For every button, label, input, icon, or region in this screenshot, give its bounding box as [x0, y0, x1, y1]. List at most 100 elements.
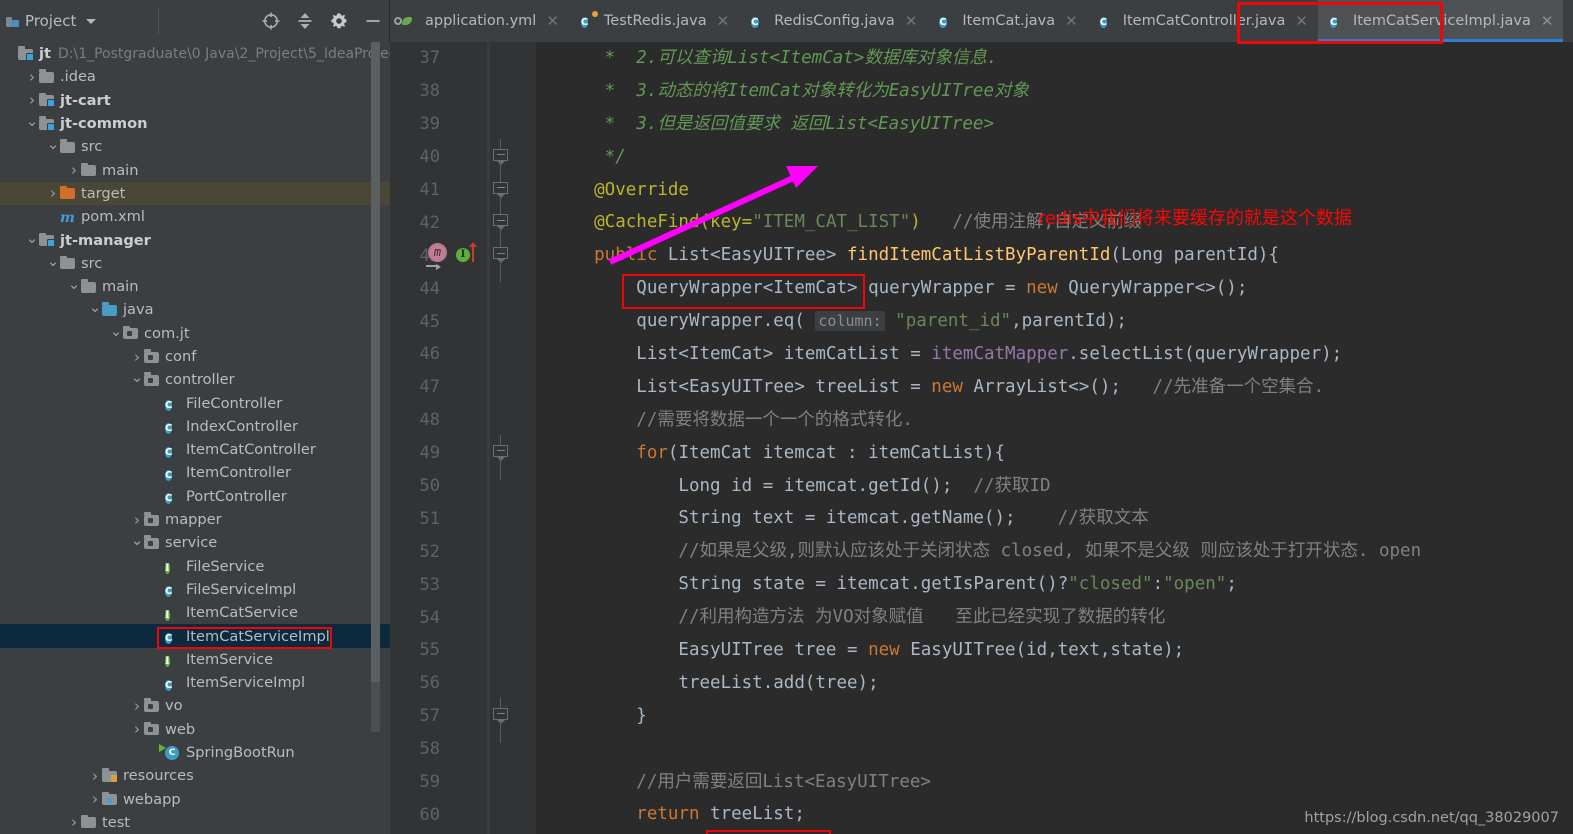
code-line[interactable]: * 2.可以查询List<ItemCat>数据库对象信息. [536, 42, 1573, 75]
locate-icon[interactable] [261, 11, 281, 31]
chevron-right-icon[interactable]: › [88, 790, 102, 808]
collapse-all-icon[interactable] [295, 11, 315, 31]
chevron-right-icon[interactable]: › [130, 511, 144, 529]
chevron-right-icon[interactable]: › [46, 184, 60, 202]
overriding-method-gutter-icon[interactable]: I [456, 242, 477, 265]
chevron-right-icon[interactable]: › [67, 813, 81, 831]
tree-node-vo[interactable]: › vo [0, 694, 390, 717]
code-line[interactable]: QueryWrapper<ItemCat> queryWrapper = new… [536, 272, 1573, 305]
tree-node-java[interactable]: ⌄ java [0, 298, 390, 321]
close-icon[interactable]: ✕ [546, 12, 559, 30]
editor-tab-itemcatserviceimpl-java[interactable]: C ItemCatServiceImpl.java ✕ [1317, 0, 1564, 42]
gutter-line[interactable]: 47 [390, 371, 536, 404]
tree-node-webapp[interactable]: › webapp [0, 788, 390, 811]
gutter-line[interactable]: 40 [390, 138, 536, 184]
tree-node-itemserviceimpl[interactable]: C ItemServiceImpl [0, 671, 390, 694]
close-icon[interactable]: ✕ [1541, 12, 1554, 30]
tree-node-src[interactable]: ⌄ src [0, 252, 390, 275]
gutter-line[interactable]: 60 [390, 798, 536, 831]
gutter-line[interactable]: 57 [390, 697, 536, 743]
code-line[interactable]: for(ItemCat itemcat : itemCatList){ [536, 437, 1573, 470]
code-line[interactable]: //需要将数据一个一个的格式转化. [536, 404, 1573, 437]
tree-node-itemcontroller[interactable]: C ItemController [0, 461, 390, 484]
gutter-line[interactable]: 39 [390, 108, 536, 141]
chevron-down-icon[interactable]: ⌄ [46, 252, 60, 270]
code-editor[interactable]: 37 38 39 40 41 42 43I44 45 46 47 48 49 50 51 52 53 54 55 5… [390, 42, 1573, 834]
tree-node-fileservice[interactable]: I FileService [0, 555, 390, 578]
code-line[interactable]: */ [536, 141, 1573, 174]
gutter-line[interactable]: 52 [390, 535, 536, 568]
code-line[interactable]: @Override [536, 174, 1573, 207]
chevron-right-icon[interactable]: › [25, 91, 39, 109]
chevron-right-icon[interactable]: › [130, 720, 144, 738]
fold-end-icon[interactable] [493, 204, 509, 250]
chevron-down-icon[interactable]: ⌄ [109, 322, 123, 340]
editor-gutter[interactable]: 37 38 39 40 41 42 43I44 45 46 47 48 49 50 51 52 53 54 55 5… [390, 42, 536, 834]
close-icon[interactable]: ✕ [717, 12, 730, 30]
chevron-right-icon[interactable]: › [67, 161, 81, 179]
code-line[interactable]: String text = itemcat.getName(); //获取文本 [536, 502, 1573, 535]
editor-tab-itemcatcontroller-java[interactable]: C ItemCatController.java ✕ [1088, 0, 1318, 42]
chevron-down-icon[interactable]: ⌄ [130, 531, 144, 549]
project-panel-scrollbar[interactable] [371, 42, 380, 732]
tree-node-jt-common[interactable]: ⌄ jt-common [0, 112, 390, 135]
tree-node-fileserviceimpl[interactable]: C FileServiceImpl [0, 578, 390, 601]
tree-node-filecontroller[interactable]: C FileController [0, 391, 390, 414]
tree-node-service[interactable]: ⌄ service [0, 531, 390, 554]
code-line[interactable]: } [536, 700, 1573, 733]
fold-start-icon[interactable] [493, 434, 509, 480]
gear-icon[interactable] [329, 11, 349, 31]
gutter-line[interactable]: 55 [390, 634, 536, 667]
chevron-down-icon[interactable]: ⌄ [88, 298, 102, 316]
code-line[interactable]: * 3.动态的将ItemCat对象转化为EasyUITree对象 [536, 75, 1573, 108]
code-line[interactable]: queryWrapper.eq( column: "parent_id",par… [536, 305, 1573, 338]
code-line[interactable]: treeList.add(tree); [536, 667, 1573, 700]
tree-node-controller[interactable]: ⌄ controller [0, 368, 390, 391]
gutter-line[interactable]: 41 [390, 171, 536, 217]
gutter-line[interactable]: 43I [390, 237, 536, 283]
close-icon[interactable]: ✕ [1065, 12, 1078, 30]
fold-end-icon[interactable] [493, 138, 509, 184]
gutter-line[interactable]: 45 [390, 305, 536, 338]
code-line[interactable]: //利用构造方法 为VO对象赋值 至此已经实现了数据的转化 [536, 601, 1573, 634]
tree-node-jt[interactable]: jt D:\1_Postgraduate\0 Java\2_Project\5_I… [0, 42, 390, 65]
gutter-line[interactable]: 58 [390, 733, 536, 766]
gutter-line[interactable]: 48 [390, 404, 536, 437]
minimize-icon[interactable] [363, 11, 383, 31]
gutter-line[interactable]: 37 [390, 42, 536, 75]
gutter-line[interactable]: 54 [390, 601, 536, 634]
tree-node-web[interactable]: › web [0, 718, 390, 741]
chevron-right-icon[interactable]: › [88, 767, 102, 785]
tree-node-itemservice[interactable]: I ItemService [0, 648, 390, 671]
code-line[interactable]: //如果是父级,则默认应该处于关闭状态 closed, 如果不是父级 则应该处于… [536, 535, 1573, 568]
code-line[interactable]: List<ItemCat> itemCatList = itemCatMappe… [536, 338, 1573, 371]
chevron-right-icon[interactable]: › [130, 697, 144, 715]
code-text-area[interactable]: * 2.可以查询List<ItemCat>数据库对象信息. * 3.动态的将It… [536, 42, 1573, 834]
tree-node-itemcatcontroller[interactable]: C ItemCatController [0, 438, 390, 461]
gutter-line[interactable]: 49 [390, 434, 536, 480]
code-line[interactable]: //用户需要返回List<EasyUITree> [536, 766, 1573, 799]
chevron-down-icon[interactable] [86, 18, 97, 24]
code-line[interactable]: EasyUITree tree = new EasyUITree(id,text… [536, 634, 1573, 667]
code-line[interactable]: * 3.但是返回值要求 返回List<EasyUITree> [536, 108, 1573, 141]
gutter-line[interactable]: 53 [390, 568, 536, 601]
tree-node--idea[interactable]: › .idea [0, 65, 390, 88]
tree-node-target[interactable]: › target [0, 181, 390, 206]
chevron-down-icon[interactable]: ⌄ [25, 112, 39, 130]
tree-node-mapper[interactable]: › mapper [0, 508, 390, 531]
tree-node-main[interactable]: ⌄ main [0, 275, 390, 298]
tree-node-main[interactable]: › main [0, 158, 390, 181]
gutter-line[interactable]: 46 [390, 338, 536, 371]
editor-tab-redisconfig-java[interactable]: C RedisConfig.java ✕ [739, 0, 927, 42]
chevron-right-icon[interactable]: › [130, 348, 144, 366]
gutter-line[interactable]: 56 [390, 667, 536, 700]
gutter-line[interactable]: 42 [390, 204, 536, 250]
tree-node-pom-xml[interactable]: m pom.xml [0, 205, 390, 228]
gutter-line[interactable]: 38 [390, 75, 536, 108]
fold-end-icon[interactable] [493, 697, 509, 743]
editor-tab-itemcat-java[interactable]: C ItemCat.java ✕ [927, 0, 1087, 42]
tree-node-springbootrun[interactable]: C SpringBootRun [0, 741, 390, 764]
gutter-line[interactable]: 44 [390, 272, 536, 305]
tree-node-src[interactable]: ⌄ src [0, 135, 390, 158]
tree-node-resources[interactable]: › resources [0, 764, 390, 787]
